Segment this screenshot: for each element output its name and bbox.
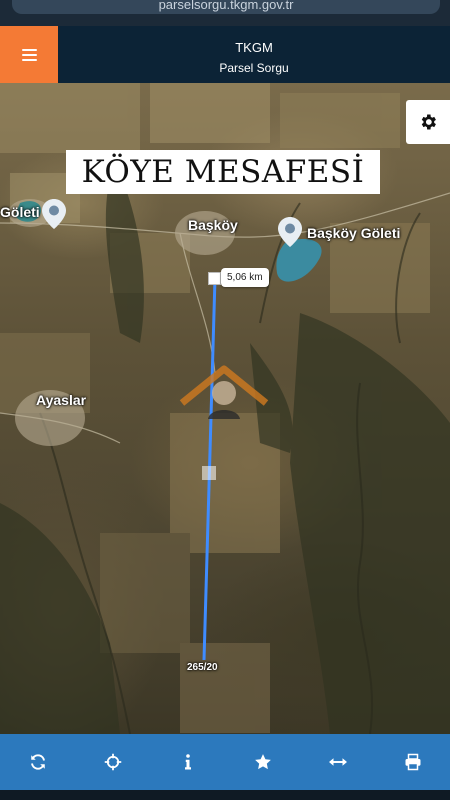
watermark-logo [179,365,269,419]
print-button[interactable] [395,744,431,780]
printer-icon [405,753,420,771]
app-header: TKGM Parsel Sorgu [0,26,450,83]
url-field[interactable]: parselsorgu.tkgm.gov.tr [12,0,440,14]
url-text: parselsorgu.tkgm.gov.tr [158,0,294,12]
bottom-strip [0,790,450,800]
measure-button[interactable] [320,744,356,780]
hamburger-menu-icon [21,48,37,61]
browser-url-bar: parselsorgu.tkgm.gov.tr [0,0,450,26]
measure-mid-handle[interactable] [202,466,216,480]
info-icon [184,754,191,770]
refresh-button[interactable] [20,744,56,780]
favorite-button[interactable] [245,744,281,780]
info-button[interactable] [170,744,206,780]
distance-label: 5,06 km [221,268,269,287]
app-subtitle: Parsel Sorgu [219,61,289,75]
crosshair-icon [104,753,121,771]
refresh-icon [30,754,45,770]
app-title: TKGM [235,40,273,55]
menu-button[interactable] [0,26,58,83]
measure-start-handle[interactable] [208,272,221,285]
measure-arrows-icon [328,758,347,766]
locate-button[interactable] [95,744,131,780]
parcel-label: 265/20 [187,662,218,673]
bottom-toolbar [0,734,450,790]
star-icon [254,754,271,770]
satellite-map[interactable]: KÖYE MESAFESİ Göleti Başköy Başköy Gölet… [0,83,450,734]
